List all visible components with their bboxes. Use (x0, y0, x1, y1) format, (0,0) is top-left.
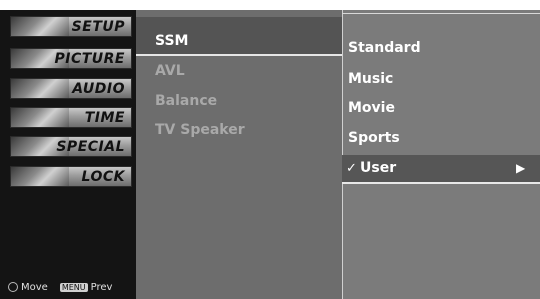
move-label: Move (21, 282, 48, 293)
option-music[interactable]: Music (348, 71, 393, 87)
sidebar-item-label: TIME (84, 110, 125, 126)
right-panel-top-border (342, 13, 540, 14)
sidebar-item-label: SPECIAL (56, 139, 125, 155)
top-border (0, 0, 540, 10)
option-sports[interactable]: Sports (348, 130, 400, 146)
lock-icon (11, 167, 69, 186)
sidebar-item-special[interactable]: SPECIAL (10, 136, 132, 157)
time-icon (11, 108, 69, 127)
sidebar-item-picture[interactable]: PICTURE (10, 48, 132, 69)
sidebar-item-time[interactable]: TIME (10, 107, 132, 128)
option-user[interactable]: ✓ User ▶ (342, 155, 540, 182)
user-underline (342, 182, 540, 184)
option-user-label: User (360, 160, 397, 176)
navigation-help: Move MENU Prev (8, 282, 112, 293)
move-icon (8, 282, 18, 292)
menu-key-icon: MENU (59, 282, 88, 292)
menu-item-tv-speaker[interactable]: TV Speaker (155, 122, 245, 138)
sidebar-item-lock[interactable]: LOCK (10, 166, 132, 187)
arrow-right-icon: ▶ (516, 161, 526, 175)
setup-icon (11, 17, 69, 36)
check-icon: ✓ (346, 161, 357, 176)
sidebar-item-label: AUDIO (72, 81, 125, 97)
sidebar-item-audio[interactable]: AUDIO (10, 78, 132, 99)
sidebar-item-label: SETUP (71, 19, 125, 35)
option-movie[interactable]: Movie (348, 100, 395, 116)
prev-label: Prev (90, 282, 113, 293)
audio-icon (11, 79, 69, 98)
sidebar-item-setup[interactable]: SETUP (10, 16, 132, 37)
menu-item-balance[interactable]: Balance (155, 93, 217, 109)
sidebar-item-label: LOCK (81, 169, 125, 185)
main-menu-sidebar: SETUP PICTURE AUDIO TIME SPECIAL LOCK (0, 10, 136, 299)
menu-item-ssm[interactable]: SSM (155, 33, 188, 49)
menu-item-avl[interactable]: AVL (155, 63, 185, 79)
sidebar-item-label: PICTURE (54, 51, 125, 67)
ssm-underline (136, 54, 342, 56)
option-standard[interactable]: Standard (348, 40, 421, 56)
